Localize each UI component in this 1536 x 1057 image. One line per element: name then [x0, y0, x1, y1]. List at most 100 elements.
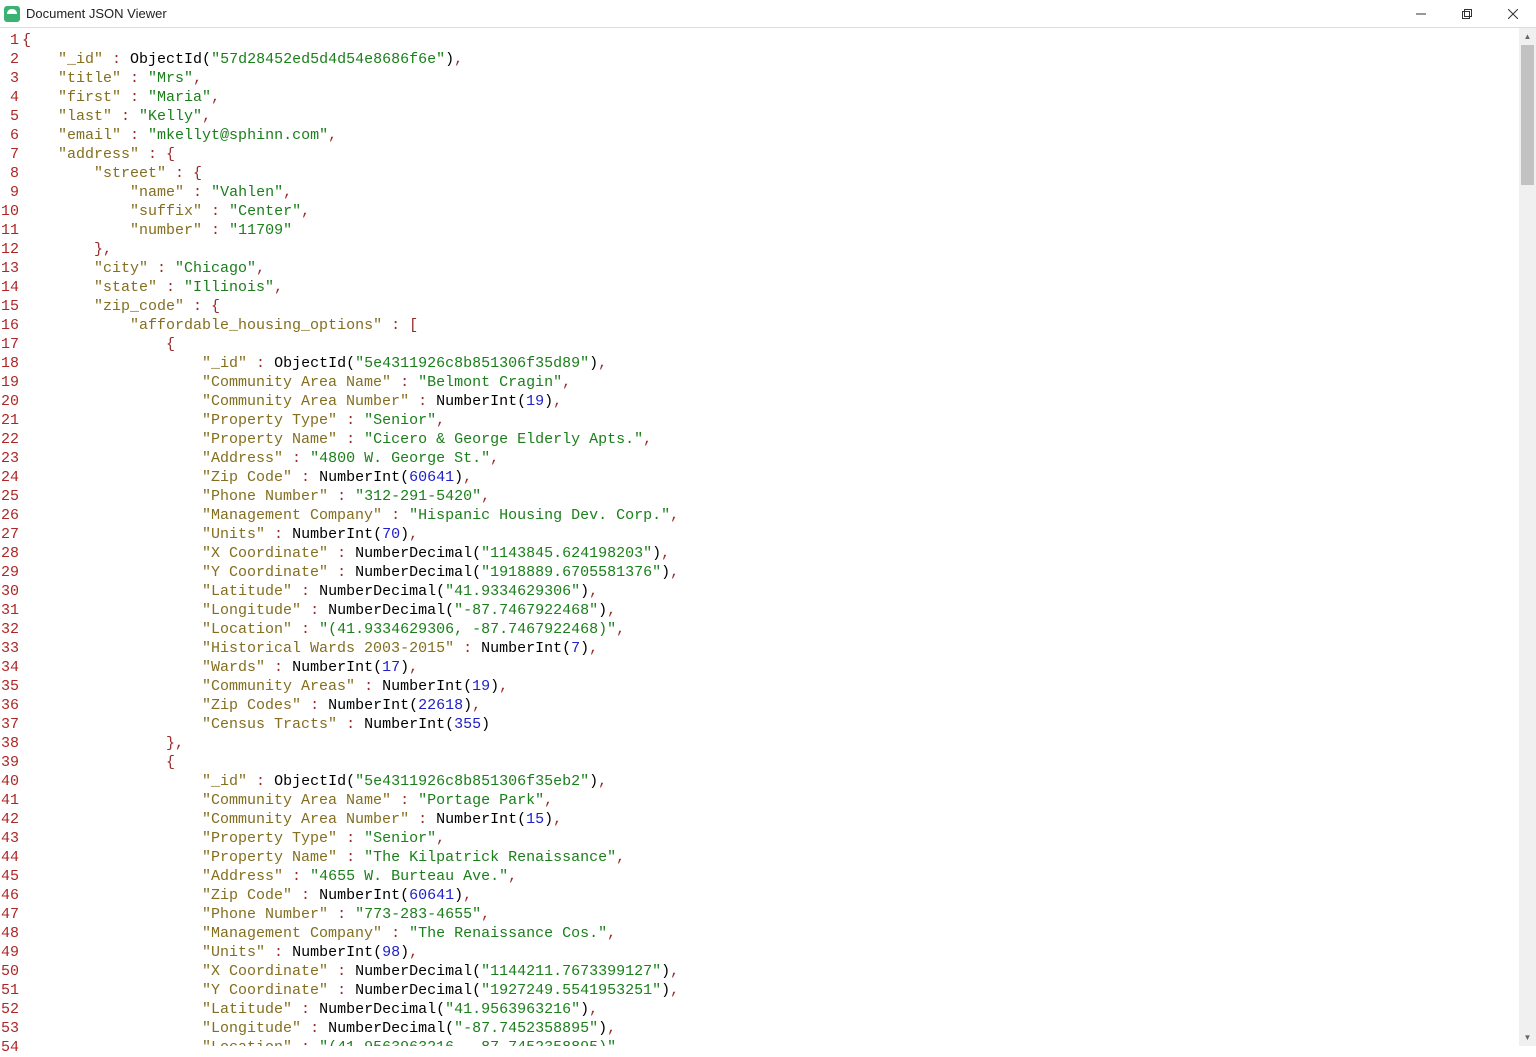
code-line[interactable]: "last" : "Kelly", [22, 107, 1536, 126]
line-number: 18 [0, 354, 19, 373]
maximize-button[interactable] [1444, 0, 1490, 28]
editor: 1234567891011121314151617181920212223242… [0, 28, 1536, 1046]
code-line[interactable]: "Management Company" : "The Renaissance … [22, 924, 1536, 943]
code-line[interactable]: "Address" : "4800 W. George St.", [22, 449, 1536, 468]
line-number: 9 [0, 183, 19, 202]
code-line[interactable]: "X Coordinate" : NumberDecimal("1144211.… [22, 962, 1536, 981]
code-line[interactable]: "suffix" : "Center", [22, 202, 1536, 221]
code-line[interactable]: "street" : { [22, 164, 1536, 183]
line-number: 49 [0, 943, 19, 962]
line-number: 27 [0, 525, 19, 544]
code-line[interactable]: "Community Areas" : NumberInt(19), [22, 677, 1536, 696]
code-line[interactable]: "Property Type" : "Senior", [22, 411, 1536, 430]
line-number: 39 [0, 753, 19, 772]
code-line[interactable]: "_id" : ObjectId("5e4311926c8b851306f35e… [22, 772, 1536, 791]
line-number: 33 [0, 639, 19, 658]
close-button[interactable] [1490, 0, 1536, 28]
line-number: 30 [0, 582, 19, 601]
app-icon [4, 6, 20, 22]
code-line[interactable]: "Zip Code" : NumberInt(60641), [22, 886, 1536, 905]
line-number-gutter: 1234567891011121314151617181920212223242… [0, 28, 22, 1046]
code-line[interactable]: }, [22, 240, 1536, 259]
line-number: 28 [0, 544, 19, 563]
code-line[interactable]: "zip_code" : { [22, 297, 1536, 316]
code-line[interactable]: { [22, 753, 1536, 772]
code-line[interactable]: "Historical Wards 2003-2015" : NumberInt… [22, 639, 1536, 658]
code-line[interactable]: "X Coordinate" : NumberDecimal("1143845.… [22, 544, 1536, 563]
code-area[interactable]: { "_id" : ObjectId("57d28452ed5d4d54e868… [22, 28, 1536, 1046]
line-number: 35 [0, 677, 19, 696]
line-number: 32 [0, 620, 19, 639]
code-line[interactable]: "Location" : "(41.9334629306, -87.746792… [22, 620, 1536, 639]
scrollbar-thumb[interactable] [1521, 45, 1534, 185]
scroll-down-arrow[interactable]: ▼ [1519, 1029, 1536, 1046]
code-line[interactable]: "Latitude" : NumberDecimal("41.956396321… [22, 1000, 1536, 1019]
code-line[interactable]: "Y Coordinate" : NumberDecimal("1927249.… [22, 981, 1536, 1000]
code-line[interactable]: "Zip Codes" : NumberInt(22618), [22, 696, 1536, 715]
line-number: 52 [0, 1000, 19, 1019]
code-line[interactable]: "Property Name" : "The Kilpatrick Renais… [22, 848, 1536, 867]
code-line[interactable]: "_id" : ObjectId("57d28452ed5d4d54e8686f… [22, 50, 1536, 69]
line-number: 5 [0, 107, 19, 126]
code-line[interactable]: "Longitude" : NumberDecimal("-87.7467922… [22, 601, 1536, 620]
code-line[interactable]: "title" : "Mrs", [22, 69, 1536, 88]
code-line[interactable]: "first" : "Maria", [22, 88, 1536, 107]
vertical-scrollbar[interactable]: ▲ ▼ [1519, 28, 1536, 1046]
line-number: 10 [0, 202, 19, 221]
line-number: 34 [0, 658, 19, 677]
line-number: 31 [0, 601, 19, 620]
line-number: 22 [0, 430, 19, 449]
code-line[interactable]: "Units" : NumberInt(70), [22, 525, 1536, 544]
code-line[interactable]: "city" : "Chicago", [22, 259, 1536, 278]
line-number: 41 [0, 791, 19, 810]
code-line[interactable]: "Phone Number" : "312-291-5420", [22, 487, 1536, 506]
code-line[interactable]: "Property Name" : "Cicero & George Elder… [22, 430, 1536, 449]
code-line[interactable]: "Management Company" : "Hispanic Housing… [22, 506, 1536, 525]
line-number: 14 [0, 278, 19, 297]
code-line[interactable]: "Census Tracts" : NumberInt(355) [22, 715, 1536, 734]
line-number: 54 [0, 1038, 19, 1057]
line-number: 19 [0, 373, 19, 392]
code-line[interactable]: "Community Area Name" : "Portage Park", [22, 791, 1536, 810]
code-line[interactable]: "email" : "mkellyt@sphinn.com", [22, 126, 1536, 145]
scroll-up-arrow[interactable]: ▲ [1519, 28, 1536, 45]
code-line[interactable]: "Address" : "4655 W. Burteau Ave.", [22, 867, 1536, 886]
titlebar: Document JSON Viewer [0, 0, 1536, 28]
code-line[interactable]: "address" : { [22, 145, 1536, 164]
line-number: 11 [0, 221, 19, 240]
code-line[interactable]: "Property Type" : "Senior", [22, 829, 1536, 848]
code-line[interactable]: "Community Area Number" : NumberInt(19), [22, 392, 1536, 411]
scrollbar-track[interactable] [1519, 45, 1536, 1029]
code-line[interactable]: "name" : "Vahlen", [22, 183, 1536, 202]
code-line[interactable]: "Location" : "(41.9563963216, -87.745235… [22, 1038, 1536, 1046]
code-line[interactable]: "Latitude" : NumberDecimal("41.933462930… [22, 582, 1536, 601]
line-number: 6 [0, 126, 19, 145]
line-number: 2 [0, 50, 19, 69]
line-number: 13 [0, 259, 19, 278]
line-number: 26 [0, 506, 19, 525]
line-number: 43 [0, 829, 19, 848]
line-number: 53 [0, 1019, 19, 1038]
code-line[interactable]: "_id" : ObjectId("5e4311926c8b851306f35d… [22, 354, 1536, 373]
code-line[interactable]: "affordable_housing_options" : [ [22, 316, 1536, 335]
line-number: 17 [0, 335, 19, 354]
minimize-button[interactable] [1398, 0, 1444, 28]
line-number: 20 [0, 392, 19, 411]
code-line[interactable]: "Zip Code" : NumberInt(60641), [22, 468, 1536, 487]
code-line[interactable]: "state" : "Illinois", [22, 278, 1536, 297]
code-line[interactable]: "Wards" : NumberInt(17), [22, 658, 1536, 677]
line-number: 23 [0, 449, 19, 468]
code-line[interactable]: }, [22, 734, 1536, 753]
line-number: 46 [0, 886, 19, 905]
code-line[interactable]: "Phone Number" : "773-283-4655", [22, 905, 1536, 924]
code-line[interactable]: "Community Area Name" : "Belmont Cragin"… [22, 373, 1536, 392]
line-number: 37 [0, 715, 19, 734]
code-line[interactable]: { [22, 31, 1536, 50]
code-line[interactable]: "Community Area Number" : NumberInt(15), [22, 810, 1536, 829]
code-line[interactable]: "Y Coordinate" : NumberDecimal("1918889.… [22, 563, 1536, 582]
code-line[interactable]: "number" : "11709" [22, 221, 1536, 240]
line-number: 45 [0, 867, 19, 886]
code-line[interactable]: "Longitude" : NumberDecimal("-87.7452358… [22, 1019, 1536, 1038]
code-line[interactable]: { [22, 335, 1536, 354]
code-line[interactable]: "Units" : NumberInt(98), [22, 943, 1536, 962]
